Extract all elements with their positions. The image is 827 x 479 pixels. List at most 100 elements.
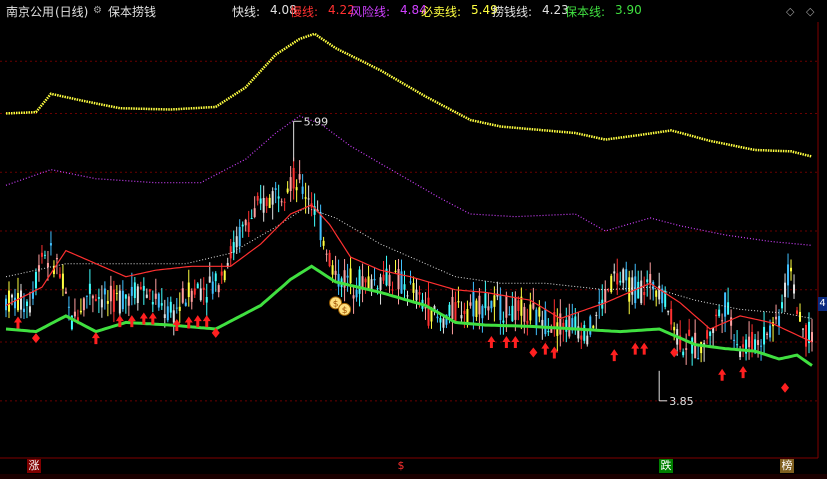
candle-body: [160, 303, 163, 306]
buy-arrow-icon: [541, 342, 550, 355]
candle-body: [778, 316, 781, 327]
buy-arrow-icon: [511, 336, 520, 349]
candle-body: [367, 276, 370, 290]
candle-body: [157, 293, 160, 308]
candle-body: [673, 326, 676, 331]
candle-body: [631, 277, 634, 295]
candle-body: [403, 284, 406, 290]
candle-body: [451, 296, 454, 319]
candle-body: [502, 320, 505, 323]
candle-body: [382, 274, 385, 281]
candle-body: [625, 269, 628, 281]
signal-badge: $: [394, 459, 408, 473]
candle-body: [166, 306, 169, 321]
candle-body: [763, 326, 766, 345]
candle-body: [46, 262, 49, 268]
candle-body: [238, 226, 241, 247]
candle-body: [697, 358, 700, 360]
diamond-marker-icon: [781, 382, 790, 393]
candle-body: [796, 310, 799, 314]
candle-body: [559, 313, 562, 335]
candle-body: [295, 187, 298, 191]
candle-body: [298, 174, 301, 180]
candle-body: [88, 283, 91, 294]
candle-body: [805, 324, 808, 347]
buy-arrow-icon: [202, 315, 211, 328]
candle-body: [16, 293, 19, 311]
candle-body: [760, 345, 763, 347]
candle-body: [25, 301, 28, 307]
candle-body: [34, 271, 37, 289]
candle-body: [538, 307, 541, 317]
candle-body: [223, 270, 226, 281]
candle-body: [274, 188, 277, 190]
candle-body: [802, 328, 805, 330]
candle-body: [439, 317, 442, 323]
candle-body: [583, 324, 586, 341]
candle-body: [682, 351, 685, 356]
buy-arrow-icon: [502, 336, 511, 349]
candle-body: [751, 331, 754, 352]
buy-arrow-icon: [91, 332, 100, 345]
candle-body: [733, 339, 736, 341]
diamond-icon[interactable]: ◇: [806, 5, 814, 18]
candle-body: [475, 300, 478, 317]
candle-body: [517, 300, 520, 311]
candle-body: [358, 269, 361, 294]
candle-body: [646, 279, 649, 283]
candle-body: [211, 281, 214, 294]
candle-body: [271, 191, 274, 205]
candle-body: [580, 335, 583, 340]
candle-body: [352, 295, 355, 299]
candle-body: [289, 177, 292, 191]
candle-body: [463, 310, 466, 314]
candle-body: [409, 281, 412, 283]
candle-body: [337, 273, 340, 287]
candle-body: [670, 308, 673, 325]
candle-body: [514, 297, 517, 320]
candle-body: [64, 291, 67, 294]
candle-body: [739, 351, 742, 358]
candle-body: [130, 286, 133, 296]
candle-body: [574, 316, 577, 330]
scale-tag[interactable]: 4: [818, 297, 827, 311]
candle-body: [91, 295, 94, 299]
candle-body: [595, 314, 598, 316]
candle-body: [328, 252, 331, 267]
diamond-icon[interactable]: ◇: [786, 5, 794, 18]
signal-badge: 跌: [659, 459, 673, 473]
candle-body: [190, 290, 193, 302]
candle-body: [619, 280, 622, 283]
candle-body: [565, 319, 568, 332]
candle-body: [508, 314, 511, 316]
candle-body: [118, 290, 121, 314]
candle-body: [265, 197, 268, 206]
signal-badge: 涨: [27, 459, 41, 473]
candle-body: [388, 274, 391, 287]
candle-body: [376, 288, 379, 290]
candle-body: [448, 304, 451, 316]
buy-arrow-icon: [487, 336, 496, 349]
candle-body: [220, 271, 223, 276]
candle-body: [790, 267, 793, 272]
candle-body: [547, 330, 550, 333]
candle-body: [406, 295, 409, 297]
candle-body: [292, 167, 295, 189]
candle-body: [142, 285, 145, 291]
candle-body: [37, 265, 40, 272]
candle-body: [205, 296, 208, 303]
price-chart[interactable]: 5.993.85$$: [0, 0, 827, 479]
candle-body: [604, 289, 607, 303]
candle-body: [397, 268, 400, 290]
date-strip: [0, 474, 827, 479]
candle-body: [718, 309, 721, 317]
money-bag-glyph: $: [333, 299, 339, 309]
candle-body: [709, 331, 712, 336]
candle-body: [94, 298, 97, 302]
candle-body: [268, 197, 271, 209]
candle-body: [469, 302, 472, 306]
candle-body: [187, 282, 190, 298]
candle-body: [286, 188, 289, 193]
candle-body: [244, 219, 247, 226]
candle-body: [667, 310, 670, 313]
